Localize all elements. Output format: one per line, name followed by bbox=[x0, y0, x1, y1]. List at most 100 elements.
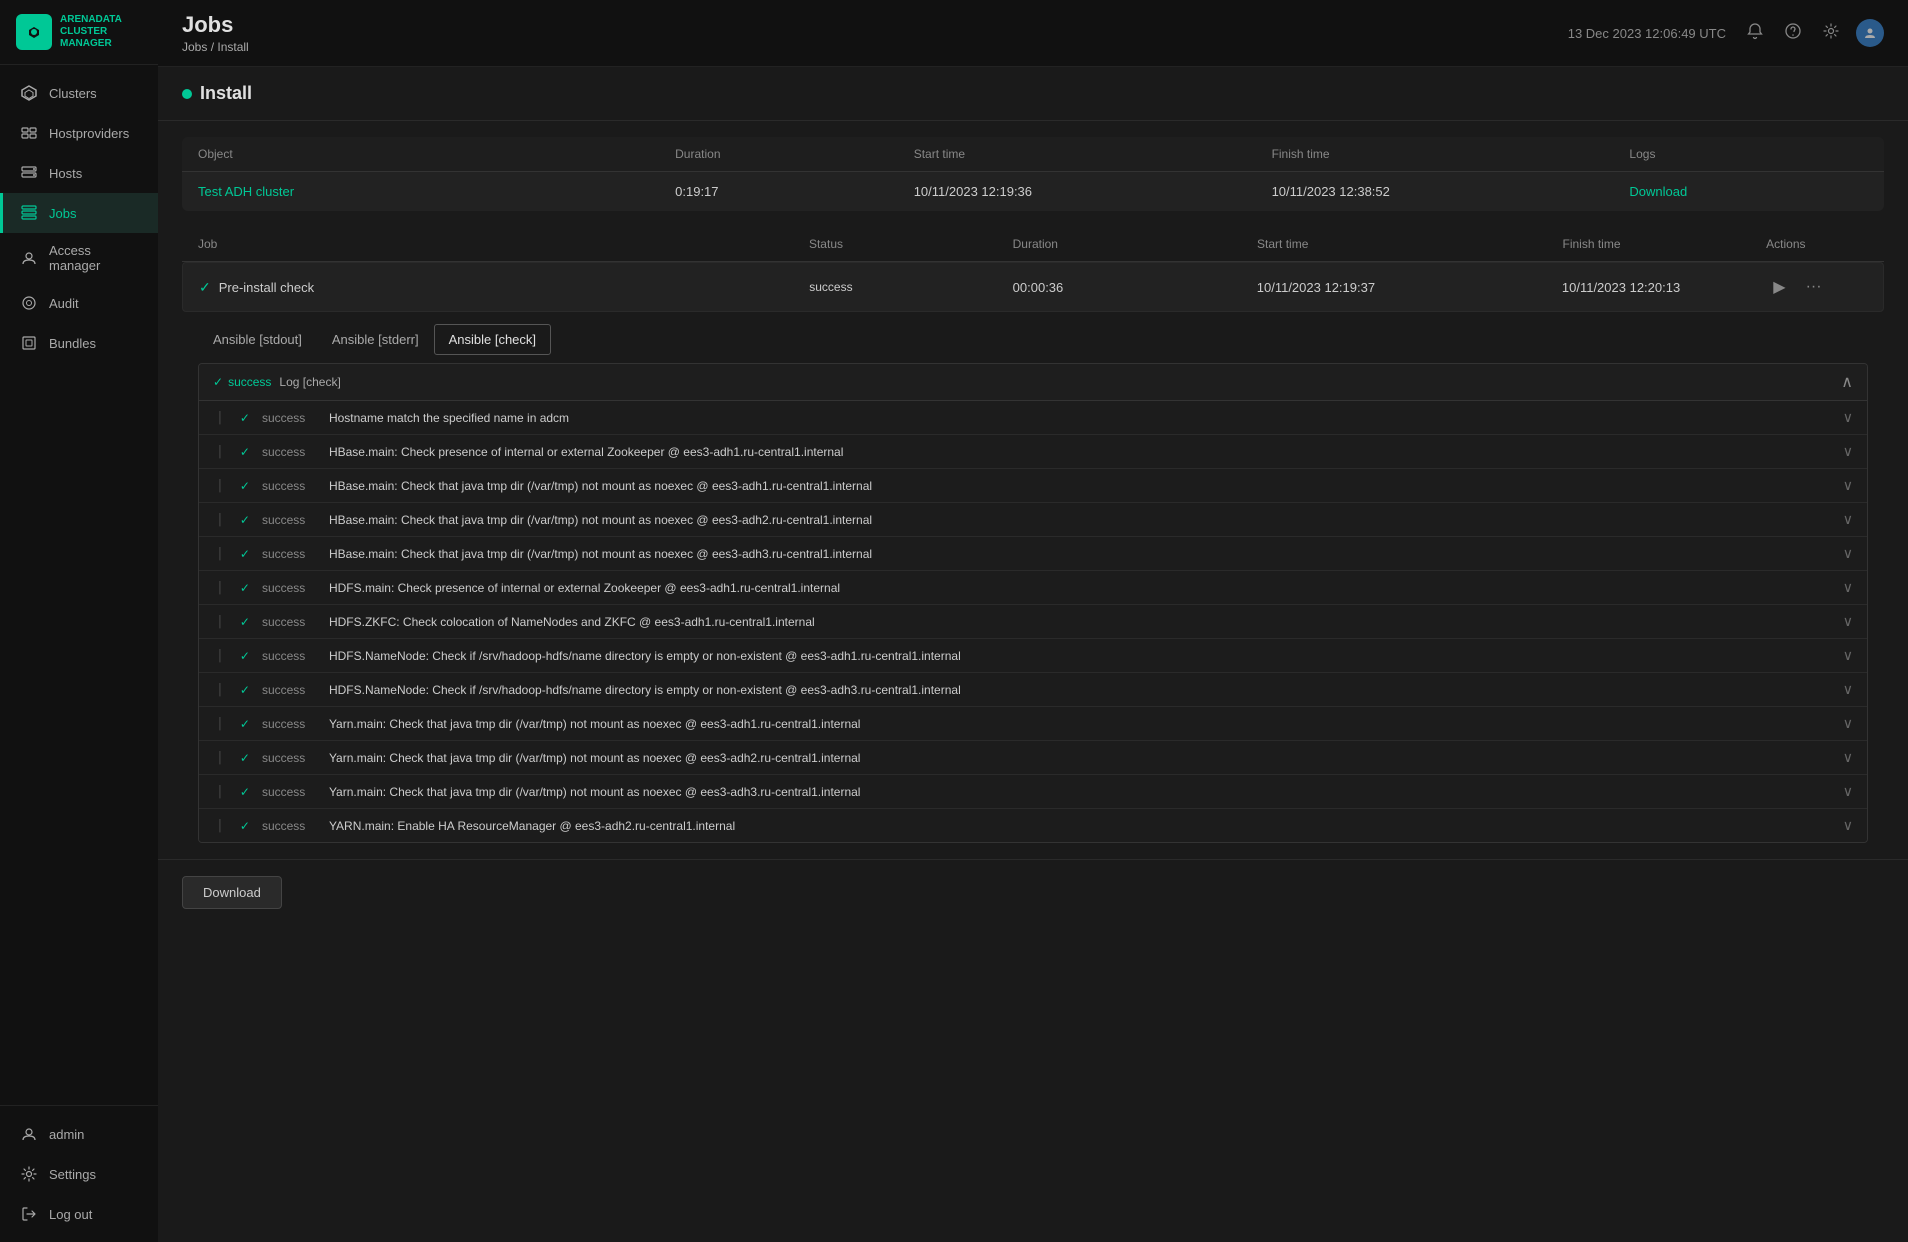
content-area: Install Object Duration Start time Finis… bbox=[158, 67, 1908, 1242]
download-button[interactable]: Download bbox=[182, 876, 282, 909]
log-collapse-button[interactable]: ∧ bbox=[1841, 372, 1853, 392]
log-item-text: Yarn.main: Check that java tmp dir (/var… bbox=[329, 785, 1831, 799]
log-item-status: success bbox=[262, 649, 317, 663]
sidebar-label-clusters: Clusters bbox=[49, 86, 97, 101]
sidebar-label-bundles: Bundles bbox=[49, 336, 96, 351]
breadcrumb: Jobs / Install bbox=[182, 40, 249, 54]
user-avatar[interactable] bbox=[1856, 19, 1884, 47]
log-item-status: success bbox=[262, 513, 317, 527]
sidebar: ARENADATA CLUSTER MANAGER Clusters bbox=[0, 0, 158, 1242]
log-item-check-icon: ✓ bbox=[240, 649, 250, 663]
logo: ARENADATA CLUSTER MANAGER bbox=[0, 0, 158, 65]
col-finish-time: Finish time bbox=[1272, 147, 1630, 161]
log-item-check-icon: ✓ bbox=[240, 547, 250, 561]
breadcrumb-jobs[interactable]: Jobs bbox=[182, 40, 207, 54]
log-item-expand-button[interactable]: ∨ bbox=[1843, 477, 1853, 494]
job-run-button[interactable]: ▶ bbox=[1765, 273, 1793, 301]
sidebar-item-jobs[interactable]: Jobs bbox=[0, 193, 158, 233]
main-content: Jobs Jobs / Install 13 Dec 2023 12:06:49… bbox=[158, 0, 1908, 1242]
log-item-text: Yarn.main: Check that java tmp dir (/var… bbox=[329, 751, 1831, 765]
log-item-status: success bbox=[262, 717, 317, 731]
log-item-text: HBase.main: Check that java tmp dir (/va… bbox=[329, 479, 1831, 493]
notifications-button[interactable] bbox=[1742, 18, 1768, 49]
log-item: │ ✓ success HDFS.ZKFC: Check colocation … bbox=[199, 605, 1867, 639]
job-col-start-time: Start time bbox=[1257, 237, 1562, 251]
log-item-expand-button[interactable]: ∨ bbox=[1843, 817, 1853, 834]
log-item-expand-button[interactable]: ∨ bbox=[1843, 443, 1853, 460]
job-table-row: ✓ Pre-install check success 00:00:36 10/… bbox=[182, 262, 1884, 312]
log-item: │ ✓ success Yarn.main: Check that java t… bbox=[199, 707, 1867, 741]
tab-ansible-stdout[interactable]: Ansible [stdout] bbox=[198, 324, 317, 355]
job-more-button[interactable]: ··· bbox=[1798, 274, 1830, 300]
sidebar-label-logout: Log out bbox=[49, 1207, 92, 1222]
log-item: │ ✓ success Yarn.main: Check that java t… bbox=[199, 741, 1867, 775]
log-check-mark: ✓ bbox=[213, 375, 223, 389]
log-item-expand-button[interactable]: ∨ bbox=[1843, 579, 1853, 596]
tab-ansible-check[interactable]: Ansible [check] bbox=[434, 324, 551, 355]
log-item: │ ✓ success HDFS.main: Check presence of… bbox=[199, 571, 1867, 605]
job-col-finish-time: Finish time bbox=[1563, 237, 1767, 251]
gear-button[interactable] bbox=[1818, 18, 1844, 49]
install-header: Install bbox=[158, 67, 1908, 121]
log-item: │ ✓ success HBase.main: Check that java … bbox=[199, 537, 1867, 571]
log-item-text: YARN.main: Enable HA ResourceManager @ e… bbox=[329, 819, 1831, 833]
summary-table-row: Test ADH cluster 0:19:17 10/11/2023 12:1… bbox=[182, 172, 1884, 211]
sidebar-label-audit: Audit bbox=[49, 296, 79, 311]
summary-start-time: 10/11/2023 12:19:36 bbox=[914, 184, 1272, 199]
log-item-check-icon: ✓ bbox=[240, 411, 250, 425]
log-item-expand-button[interactable]: ∨ bbox=[1843, 409, 1853, 426]
job-table-header: Job Status Duration Start time Finish ti… bbox=[182, 227, 1884, 262]
sidebar-item-clusters[interactable]: Clusters bbox=[0, 73, 158, 113]
log-item-check-icon: ✓ bbox=[240, 717, 250, 731]
log-item-text: HDFS.NameNode: Check if /srv/hadoop-hdfs… bbox=[329, 649, 1831, 663]
summary-download-link[interactable]: Download bbox=[1629, 184, 1868, 199]
log-item-expand-button[interactable]: ∨ bbox=[1843, 545, 1853, 562]
jobs-icon bbox=[19, 203, 39, 223]
log-item-expand-button[interactable]: ∨ bbox=[1843, 511, 1853, 528]
log-item-expand-button[interactable]: ∨ bbox=[1843, 749, 1853, 766]
log-item-status: success bbox=[262, 445, 317, 459]
log-item-expand-button[interactable]: ∨ bbox=[1843, 681, 1853, 698]
log-item-expand-button[interactable]: ∨ bbox=[1843, 715, 1853, 732]
log-item-check-icon: ✓ bbox=[240, 615, 250, 629]
log-item-status: success bbox=[262, 479, 317, 493]
log-item-expand-button[interactable]: ∨ bbox=[1843, 783, 1853, 800]
job-status: success bbox=[809, 280, 1012, 294]
sidebar-item-access-manager[interactable]: Access manager bbox=[0, 233, 158, 283]
sidebar-item-settings[interactable]: Settings bbox=[0, 1154, 158, 1194]
log-item-status: success bbox=[262, 819, 317, 833]
log-item: │ ✓ success HDFS.NameNode: Check if /srv… bbox=[199, 639, 1867, 673]
log-item-check-icon: ✓ bbox=[240, 445, 250, 459]
sidebar-nav: Clusters Hostproviders bbox=[0, 65, 158, 1105]
job-col-status: Status bbox=[809, 237, 1013, 251]
summary-table: Object Duration Start time Finish time L… bbox=[182, 137, 1884, 211]
log-item-text: HDFS.main: Check presence of internal or… bbox=[329, 581, 1831, 595]
sidebar-item-hosts[interactable]: Hosts bbox=[0, 153, 158, 193]
log-item-status: success bbox=[262, 751, 317, 765]
sidebar-label-settings: Settings bbox=[49, 1167, 96, 1182]
job-col-duration: Duration bbox=[1013, 237, 1257, 251]
log-title: Log [check] bbox=[279, 375, 340, 389]
log-item-status: success bbox=[262, 411, 317, 425]
job-duration: 00:00:36 bbox=[1013, 280, 1257, 295]
sidebar-item-audit[interactable]: Audit bbox=[0, 283, 158, 323]
log-item-check-icon: ✓ bbox=[240, 513, 250, 527]
access-manager-icon bbox=[19, 248, 39, 268]
help-button[interactable] bbox=[1780, 18, 1806, 49]
summary-duration: 0:19:17 bbox=[675, 184, 914, 199]
tab-ansible-stderr[interactable]: Ansible [stderr] bbox=[317, 324, 434, 355]
log-item-expand-button[interactable]: ∨ bbox=[1843, 613, 1853, 630]
job-finish-time: 10/11/2023 12:20:13 bbox=[1562, 280, 1765, 295]
clusters-icon bbox=[19, 83, 39, 103]
datetime-display: 13 Dec 2023 12:06:49 UTC bbox=[1568, 26, 1726, 41]
cluster-link[interactable]: Test ADH cluster bbox=[198, 184, 675, 199]
sidebar-item-admin[interactable]: admin bbox=[0, 1114, 158, 1154]
log-item: │ ✓ success Hostname match the specified… bbox=[199, 401, 1867, 435]
sidebar-item-hostproviders[interactable]: Hostproviders bbox=[0, 113, 158, 153]
sidebar-label-hostproviders: Hostproviders bbox=[49, 126, 129, 141]
sidebar-item-bundles[interactable]: Bundles bbox=[0, 323, 158, 363]
log-item-text: HBase.main: Check that java tmp dir (/va… bbox=[329, 547, 1831, 561]
log-item-expand-button[interactable]: ∨ bbox=[1843, 647, 1853, 664]
sidebar-item-logout[interactable]: Log out bbox=[0, 1194, 158, 1234]
settings-icon bbox=[19, 1164, 39, 1184]
